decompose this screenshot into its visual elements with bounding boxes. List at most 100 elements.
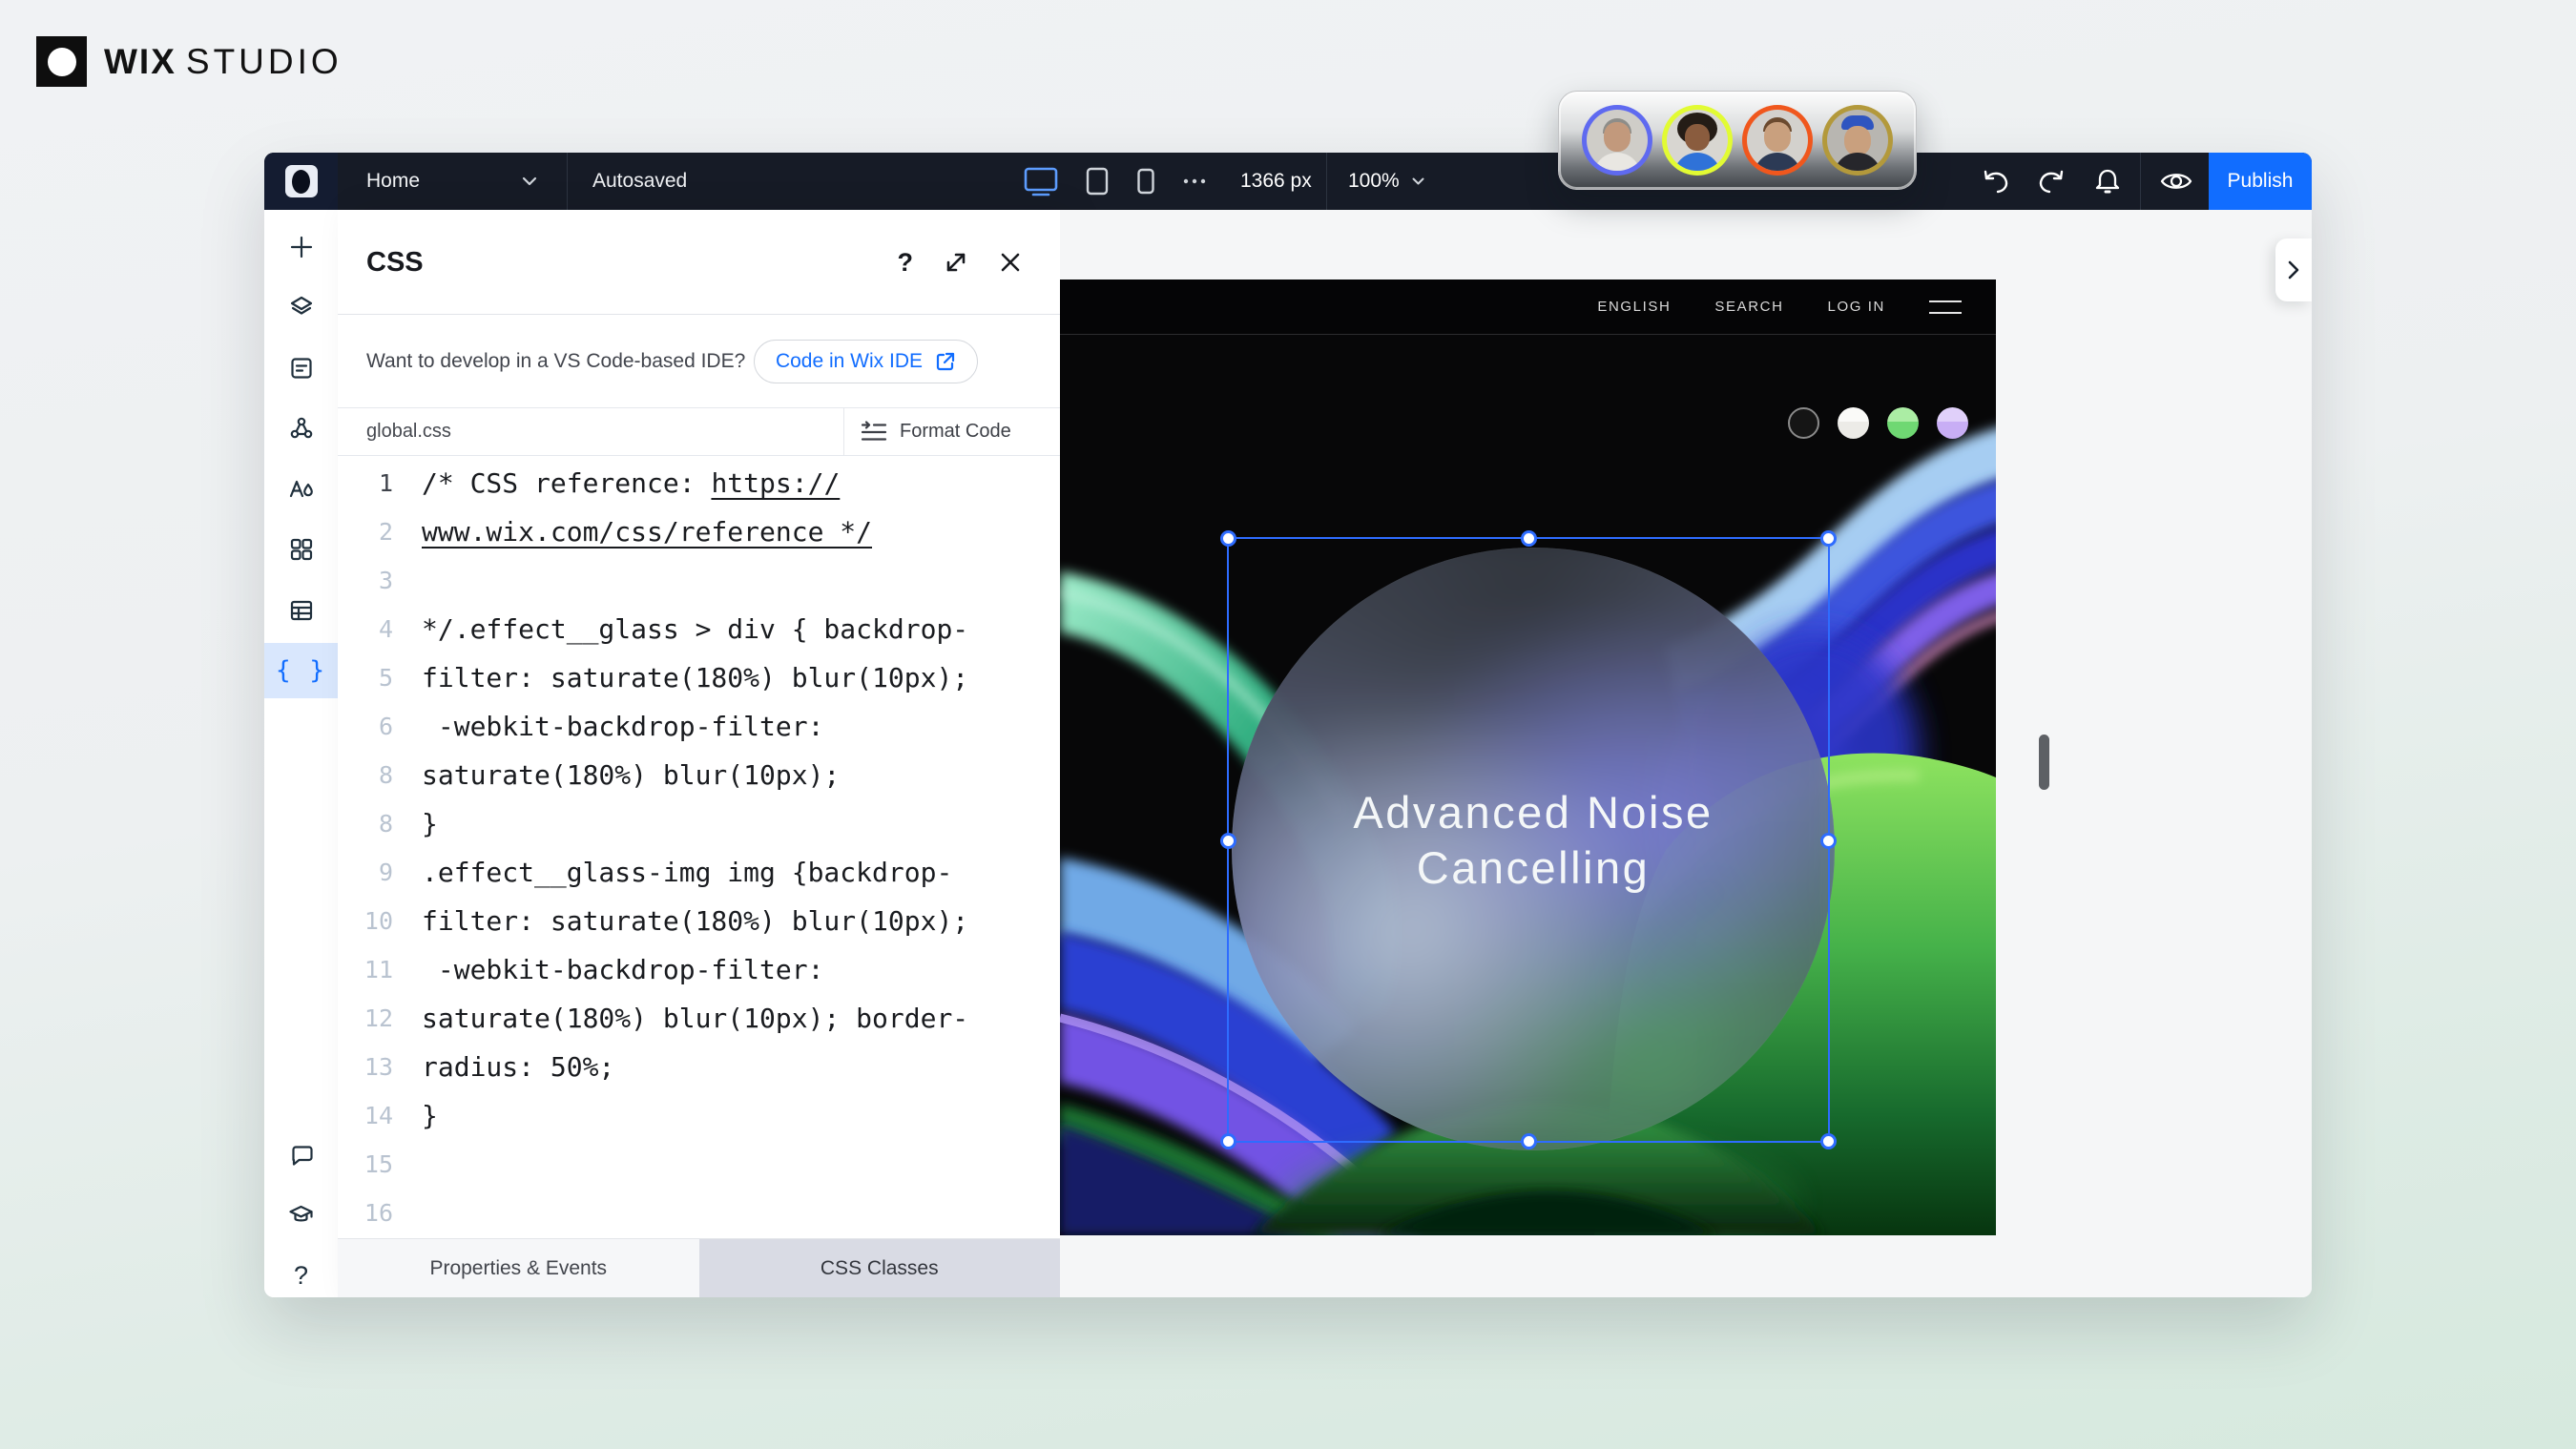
comments-button[interactable] [264,1128,338,1183]
topbar-divider [1326,153,1327,210]
line-number: 8 [338,751,393,799]
publish-button[interactable]: Publish [2209,153,2312,210]
swatch-green[interactable] [1887,407,1919,439]
code-line: 9.effect__glass-img img {backdrop- [338,848,1060,897]
chevron-down-icon [521,176,538,187]
collaborator-avatar-2[interactable] [1662,105,1733,176]
code-line: 10filter: saturate(180%) blur(10px); [338,897,1060,945]
code-line: 4*/.effect__glass > div { backdrop- [338,605,1060,653]
academy-button[interactable] [264,1188,338,1243]
breakpoint-switcher: 1366 px [1023,153,1312,210]
more-breakpoints-icon[interactable] [1182,177,1207,185]
graduation-cap-icon [288,1203,314,1228]
ide-button-label: Code in Wix IDE [776,350,923,373]
site-styles-button[interactable] [264,462,338,517]
open-panel-chevron[interactable] [2275,238,2312,301]
code-text: -webkit-backdrop-filter: [422,945,823,994]
swatch-white[interactable] [1838,407,1869,439]
resize-handle-middle-right[interactable] [1820,833,1837,849]
tablet-breakpoint-icon[interactable] [1085,166,1110,197]
editor-canvas[interactable]: ENGLISH SEARCH LOG IN [1060,210,2312,1297]
pages-button[interactable] [264,341,338,396]
code-text: filter: saturate(180%) blur(10px); [422,653,968,702]
editor-topbar: Home Autosaved 1366 px [264,153,2312,210]
studio-home-tile[interactable] [264,153,338,210]
help-button[interactable]: ? [264,1248,338,1297]
preview-eye-icon[interactable] [2159,153,2193,210]
nav-login[interactable]: LOG IN [1828,299,1885,315]
brand-studio: STUDIO [186,42,343,82]
code-text: radius: 50%; [422,1043,614,1091]
content-manager-button[interactable] [264,583,338,638]
chevron-down-icon [1411,176,1425,186]
resize-handle-top-right[interactable] [1820,530,1837,547]
line-number: 9 [338,848,393,897]
code-link[interactable]: www.wix.com/css/reference */ [422,516,872,548]
hamburger-menu-icon[interactable] [1929,300,1962,314]
connections-button[interactable] [264,401,338,456]
line-number: 13 [338,1043,393,1091]
code-in-wix-ide-button[interactable]: Code in Wix IDE [754,340,978,383]
tab-css-classes[interactable]: CSS Classes [699,1239,1061,1297]
redo-icon[interactable] [2037,168,2066,195]
table-icon [289,598,314,623]
collaborators-pill [1558,91,1917,190]
format-code-button[interactable]: Format Code [843,408,1060,455]
swatch-purple[interactable] [1937,407,1968,439]
code-line: 3 [338,556,1060,605]
code-text: /* CSS reference: https:// [422,459,840,507]
site-hero: Advanced Noise Cancelling [1060,335,1996,1235]
collaborator-avatar-3[interactable] [1742,105,1813,176]
app-market-button[interactable] [264,522,338,577]
add-elements-button[interactable] [264,219,338,275]
resize-handle-top-left[interactable] [1220,530,1236,547]
swatch-black[interactable] [1788,407,1819,439]
code-line: 1/* CSS reference: https:// [338,459,1060,507]
line-number: 4 [338,605,393,653]
resize-handle-bottom-left[interactable] [1220,1133,1236,1149]
layers-button[interactable] [264,279,338,335]
brand-wix: WIX [104,42,177,82]
help-icon[interactable]: ? [898,248,914,278]
line-number: 14 [338,1091,393,1140]
code-line: 8saturate(180%) blur(10px); [338,751,1060,799]
plus-icon [289,235,314,259]
notifications-bell-icon[interactable] [2092,167,2123,196]
line-number: 2 [338,507,393,556]
code-line: 16 [338,1189,1060,1237]
autosave-status: Autosaved [592,153,687,210]
mobile-breakpoint-icon[interactable] [1135,166,1156,197]
nav-search[interactable]: SEARCH [1714,299,1783,315]
code-editor[interactable]: 1/* CSS reference: https:// 2 www.wix.com… [338,456,1060,1238]
code-link[interactable]: https:// [711,467,840,499]
close-icon[interactable] [999,251,1022,274]
resize-handle-bottom-center[interactable] [1521,1133,1537,1149]
desktop-breakpoint-icon[interactable] [1023,166,1059,197]
color-swatches [1788,407,1968,439]
expand-panel-icon[interactable] [944,250,968,275]
code-line: 6 -webkit-backdrop-filter: [338,702,1060,751]
nav-language[interactable]: ENGLISH [1597,299,1671,315]
collaborator-avatar-1[interactable] [1582,105,1652,176]
collaborator-avatar-4[interactable] [1822,105,1893,176]
tab-properties-events[interactable]: Properties & Events [338,1239,699,1297]
resize-handle-middle-left[interactable] [1220,833,1236,849]
studio-tile-icon [285,165,318,197]
site-preview[interactable]: ENGLISH SEARCH LOG IN [1060,279,1996,1235]
zoom-control[interactable]: 100% [1348,153,1425,210]
external-link-icon [935,351,956,372]
canvas-width-value: 1366 px [1240,170,1312,193]
undo-icon[interactable] [1982,168,2010,195]
code-panel-button[interactable]: { } [264,643,338,698]
page-selector-label: Home [366,170,420,193]
code-text: } [422,799,438,848]
topbar-divider [2140,153,2141,210]
selection-box[interactable] [1227,537,1830,1143]
canvas-scrollbar-thumb[interactable] [2039,735,2049,790]
page-selector[interactable]: Home [338,153,567,210]
panel-bottom-tabs: Properties & Events CSS Classes [338,1238,1060,1297]
line-number: 11 [338,945,393,994]
resize-handle-bottom-right[interactable] [1820,1133,1837,1149]
resize-handle-top-center[interactable] [1521,530,1537,547]
wix-logo-icon [36,36,87,87]
